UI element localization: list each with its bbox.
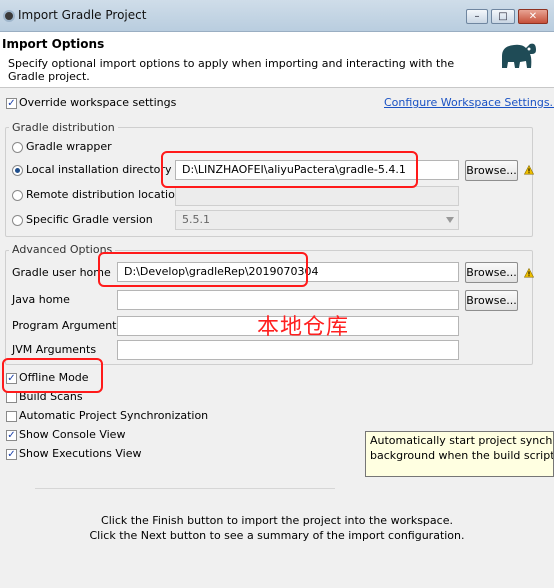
local-installation-browse-button[interactable]: Browse... bbox=[465, 160, 518, 181]
show-executions-view-checkbox[interactable]: ✓ bbox=[6, 449, 17, 460]
page-description: Specify optional import options to apply… bbox=[8, 57, 455, 83]
page-title: Import Options bbox=[2, 37, 105, 51]
remote-distribution-radio[interactable] bbox=[12, 190, 23, 201]
local-repository-annotation: 本地仓库 bbox=[257, 315, 350, 340]
java-home-browse-button[interactable]: Browse... bbox=[465, 290, 518, 311]
separator bbox=[35, 488, 335, 489]
show-console-view-checkbox[interactable]: ✓ bbox=[6, 430, 17, 441]
local-installation-label: Local installation directory bbox=[26, 163, 172, 176]
show-console-view-label: Show Console View bbox=[19, 428, 126, 441]
warning-icon bbox=[524, 268, 534, 278]
window-title: Import Gradle Project bbox=[18, 8, 147, 22]
remote-distribution-label: Remote distribution location bbox=[26, 188, 182, 201]
auto-sync-tooltip: Automatically start project synchroniz b… bbox=[365, 431, 554, 477]
gradle-wrapper-label: Gradle wrapper bbox=[26, 140, 112, 153]
footer-finish-hint: Click the Finish button to import the pr… bbox=[101, 514, 453, 527]
show-executions-view-label: Show Executions View bbox=[19, 447, 142, 460]
override-workspace-checkbox[interactable]: ✓ bbox=[6, 98, 17, 109]
close-button[interactable]: ✕ bbox=[518, 9, 548, 24]
java-home-label: Java home bbox=[12, 293, 70, 306]
gradle-wrapper-radio[interactable] bbox=[12, 142, 23, 153]
remote-distribution-field[interactable] bbox=[175, 186, 459, 206]
highlight-box-offline-mode bbox=[2, 358, 103, 393]
override-workspace-label: Override workspace settings bbox=[19, 96, 177, 109]
configure-workspace-settings-link[interactable]: Configure Workspace Settings... bbox=[384, 96, 554, 109]
specific-version-label: Specific Gradle version bbox=[26, 213, 153, 226]
gradle-distribution-group-title: Gradle distribution bbox=[9, 121, 118, 134]
local-installation-radio[interactable] bbox=[12, 165, 23, 176]
chevron-down-icon bbox=[446, 217, 454, 223]
jvm-arguments-field[interactable] bbox=[117, 340, 459, 360]
gradle-version-value: 5.5.1 bbox=[182, 213, 210, 226]
minimize-button[interactable]: – bbox=[466, 9, 488, 24]
tooltip-line-2: background when the build script ch bbox=[370, 449, 554, 462]
tooltip-line-1: Automatically start project synchroniz bbox=[370, 434, 553, 447]
program-arguments-label: Program Arguments bbox=[12, 319, 123, 332]
gradle-elephant-icon bbox=[502, 43, 536, 68]
highlight-box-gradle-user-home bbox=[98, 252, 308, 287]
build-scans-checkbox[interactable] bbox=[6, 392, 17, 403]
auto-sync-label: Automatic Project Synchronization bbox=[19, 409, 209, 422]
footer-next-hint: Click the Next button to see a summary o… bbox=[89, 529, 465, 542]
maximize-button[interactable]: □ bbox=[491, 9, 515, 24]
gradle-version-select[interactable]: 5.5.1 bbox=[175, 210, 459, 230]
specific-version-radio[interactable] bbox=[12, 215, 23, 226]
warning-icon bbox=[524, 165, 534, 175]
java-home-field[interactable] bbox=[117, 290, 459, 310]
eclipse-app-icon bbox=[3, 10, 15, 22]
highlight-box-local-installation bbox=[161, 151, 418, 188]
auto-sync-checkbox[interactable] bbox=[6, 411, 17, 422]
gradle-user-home-browse-button[interactable]: Browse... bbox=[465, 262, 518, 283]
gradle-user-home-label: Gradle user home bbox=[12, 266, 111, 279]
jvm-arguments-label: JVM Arguments bbox=[12, 343, 97, 356]
